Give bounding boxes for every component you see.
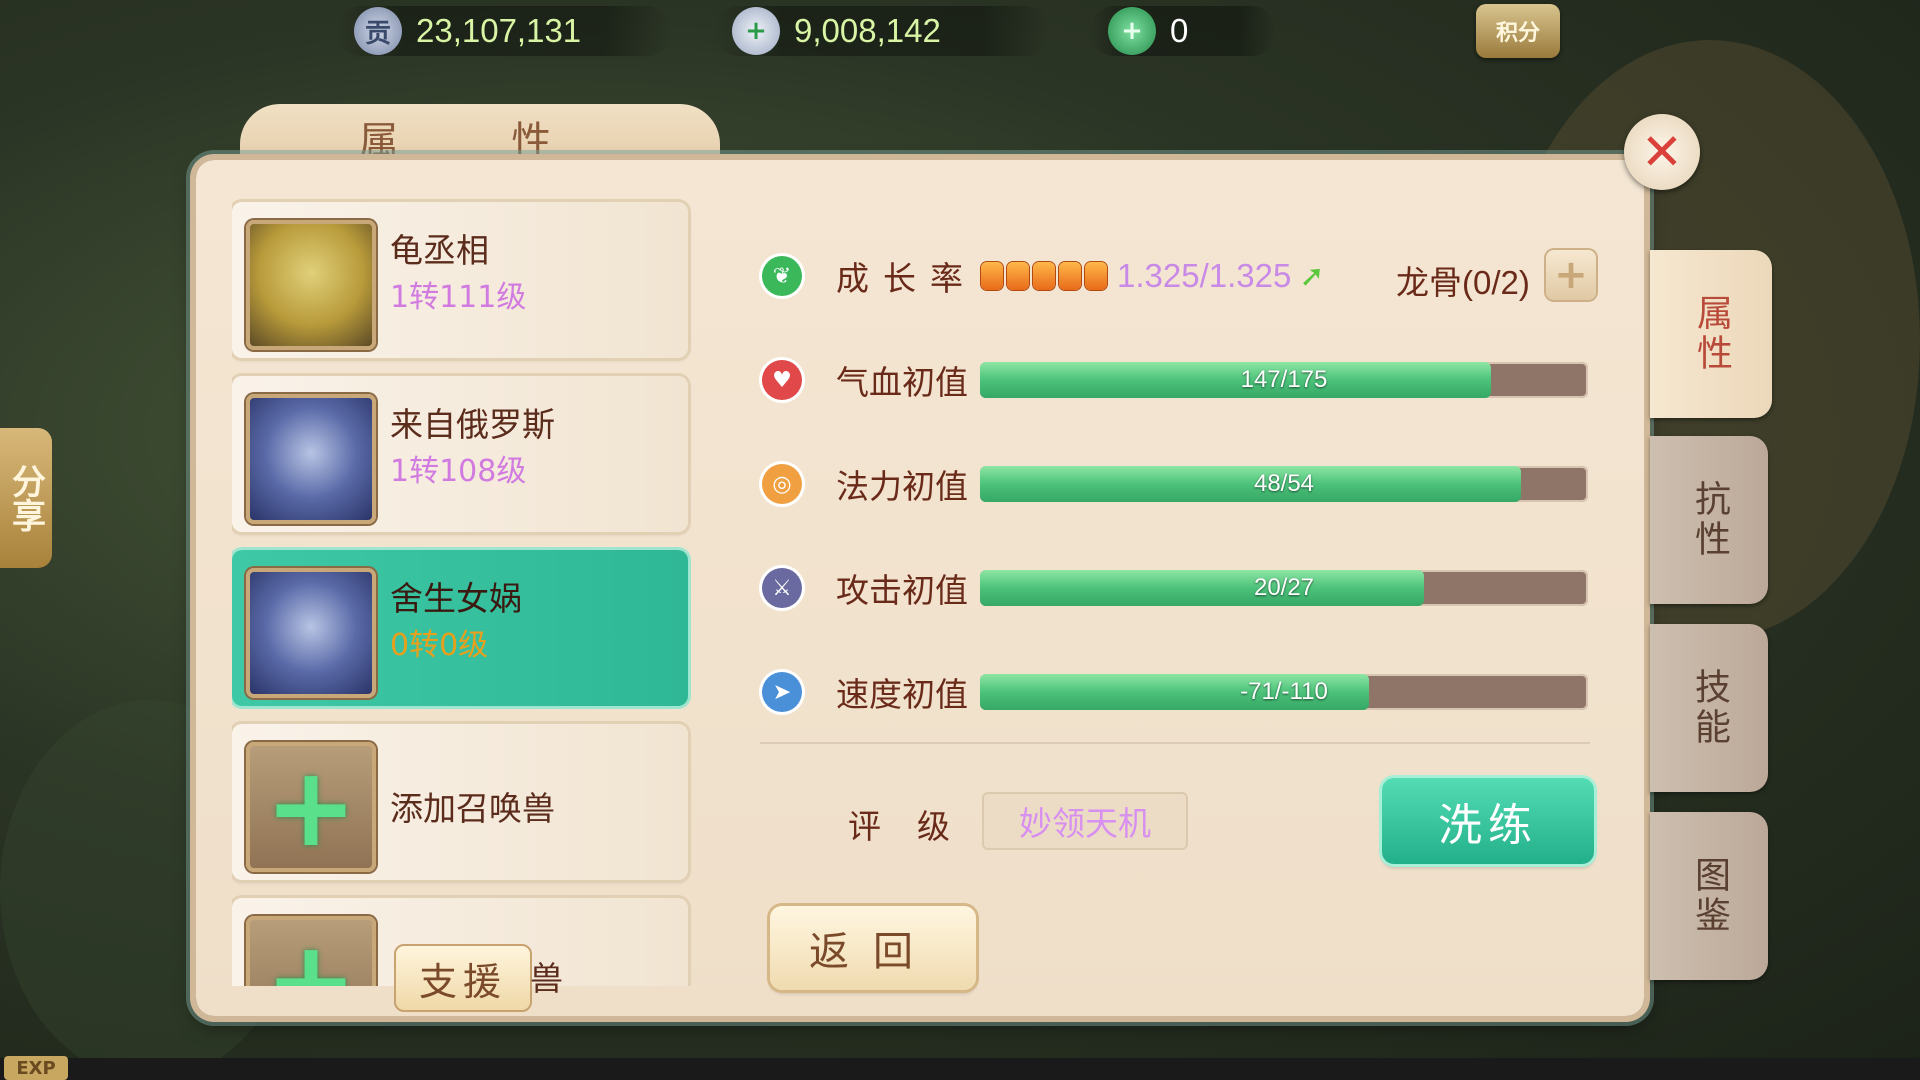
growth-star-icon bbox=[1007, 262, 1029, 290]
growth-leaf-icon: ❦ bbox=[762, 256, 802, 296]
growth-stars bbox=[981, 262, 1111, 290]
pet-level: 0转0级 bbox=[390, 628, 489, 663]
growth-up-arrow-icon: ➚ bbox=[1299, 258, 1325, 294]
wash-button[interactable]: 洗练 bbox=[1382, 778, 1594, 864]
stat-bar-text: 48/54 bbox=[1253, 470, 1315, 497]
stat-bar: -71/-110 bbox=[980, 674, 1588, 710]
add-pet-plus-icon: + bbox=[246, 742, 376, 872]
back-button[interactable]: 返回 bbox=[770, 906, 976, 990]
stat-label: 气血初值 bbox=[836, 363, 968, 402]
stat-bar-text: -71/-110 bbox=[1240, 678, 1328, 705]
dragon-bone-add-button[interactable]: + bbox=[1546, 250, 1596, 300]
divider bbox=[760, 742, 1590, 744]
growth-star-icon bbox=[1059, 262, 1081, 290]
stat-label: 速度初值 bbox=[836, 675, 968, 714]
close-button[interactable]: ✕ bbox=[1624, 114, 1700, 190]
stat-label: 攻击初值 bbox=[836, 571, 968, 610]
stat-bar-text: 20/27 bbox=[1253, 574, 1315, 601]
share-label: 分享 bbox=[5, 464, 46, 532]
rating-value: 妙领天机 bbox=[982, 792, 1188, 850]
exp-bar bbox=[0, 1058, 1920, 1080]
silver-ingot-icon: + bbox=[732, 7, 780, 55]
rating-value-text: 妙领天机 bbox=[1019, 804, 1151, 843]
support-badge: 支援 bbox=[394, 944, 532, 1012]
stat-row-speed: ➤ 速度初值 -71/-110 bbox=[762, 664, 1588, 720]
sword-icon: ⚔ bbox=[762, 568, 802, 608]
tab-attributes[interactable]: 属性 bbox=[1650, 250, 1772, 418]
silver-currency[interactable]: + 9,008,142 bbox=[714, 6, 1050, 56]
silver-value: 9,008,142 bbox=[794, 12, 941, 49]
tab-resistance[interactable]: 抗性 bbox=[1650, 436, 1768, 604]
growth-value: 1.325/1.325 bbox=[1117, 257, 1292, 294]
panel-title-text: 属 性 bbox=[358, 119, 602, 165]
contribution-coin-icon: 贡 bbox=[354, 7, 402, 55]
add-pet-label: 添加召唤兽 bbox=[390, 789, 555, 828]
stat-bar-text: 147/175 bbox=[1240, 366, 1328, 393]
pet-name: 舍生女娲 bbox=[390, 579, 522, 618]
stat-bar: 48/54 bbox=[980, 466, 1588, 502]
growth-star-icon bbox=[1085, 262, 1107, 290]
tab-label: 属性 bbox=[1691, 294, 1732, 374]
growth-label: 成长率 bbox=[836, 259, 977, 298]
back-button-label: 返回 bbox=[809, 929, 937, 975]
stat-bar: 20/27 bbox=[980, 570, 1588, 606]
stat-bar: 147/175 bbox=[980, 362, 1588, 398]
heart-icon: ♥ bbox=[762, 360, 802, 400]
mana-icon: ◎ bbox=[762, 464, 802, 504]
score-label: 积分 bbox=[1495, 21, 1540, 46]
wash-button-label: 洗练 bbox=[1438, 800, 1538, 851]
tab-label: 图鉴 bbox=[1689, 856, 1730, 936]
rating-label: 评级 bbox=[848, 807, 986, 846]
score-button[interactable]: 积分 bbox=[1476, 4, 1560, 58]
growth-star-icon bbox=[1033, 262, 1055, 290]
pet-name: 来自俄罗斯 bbox=[390, 405, 555, 444]
jade-currency[interactable]: + 0 bbox=[1090, 6, 1276, 56]
dragon-bone-count: 龙骨(0/2) bbox=[1396, 264, 1530, 301]
tab-label: 技能 bbox=[1689, 668, 1730, 748]
contribution-value: 23,107,131 bbox=[416, 12, 582, 49]
support-pet-plus-icon: + bbox=[246, 916, 376, 986]
pet-level: 1转108级 bbox=[390, 454, 527, 489]
pet-avatar-girl bbox=[246, 394, 376, 524]
tab-label: 抗性 bbox=[1689, 480, 1730, 560]
pet-card-3-selected[interactable]: 舍生女娲 0转0级 bbox=[232, 550, 688, 706]
pet-avatar-girl bbox=[246, 568, 376, 698]
pet-card-1[interactable]: 龟丞相 1转111级 bbox=[232, 202, 688, 358]
close-icon: ✕ bbox=[1641, 123, 1683, 181]
pet-name: 龟丞相 bbox=[390, 231, 489, 270]
exp-label: EXP bbox=[4, 1056, 68, 1080]
pet-list[interactable]: 龟丞相 1转111级 来自俄罗斯 1转108级 舍生女娲 0转0级 + 添加召唤… bbox=[232, 196, 692, 986]
stat-label: 法力初值 bbox=[836, 467, 968, 506]
pet-card-2[interactable]: 来自俄罗斯 1转108级 bbox=[232, 376, 688, 532]
growth-row: ❦ 成长率 1.325/1.325 ➚ bbox=[762, 248, 1324, 304]
stat-row-mp: ◎ 法力初值 48/54 bbox=[762, 456, 1588, 512]
contribution-currency: 贡 23,107,131 bbox=[336, 6, 672, 56]
growth-star-icon bbox=[981, 262, 1003, 290]
tab-skills[interactable]: 技能 bbox=[1650, 624, 1768, 792]
tab-codex[interactable]: 图鉴 bbox=[1650, 812, 1768, 980]
stat-row-hp: ♥ 气血初值 147/175 bbox=[762, 352, 1588, 408]
share-button[interactable]: 分享 bbox=[0, 428, 52, 568]
pet-level: 1转111级 bbox=[390, 280, 527, 315]
support-badge-text: 支援 bbox=[418, 959, 507, 1004]
stat-row-attack: ⚔ 攻击初值 20/27 bbox=[762, 560, 1588, 616]
jade-value: 0 bbox=[1170, 12, 1189, 49]
pet-avatar-turtle bbox=[246, 220, 376, 350]
add-pet-slot[interactable]: + 添加召唤兽 bbox=[232, 724, 688, 880]
jade-icon: + bbox=[1108, 7, 1156, 55]
speed-icon: ➤ bbox=[762, 672, 802, 712]
support-slot-label: 兽 bbox=[530, 959, 563, 998]
